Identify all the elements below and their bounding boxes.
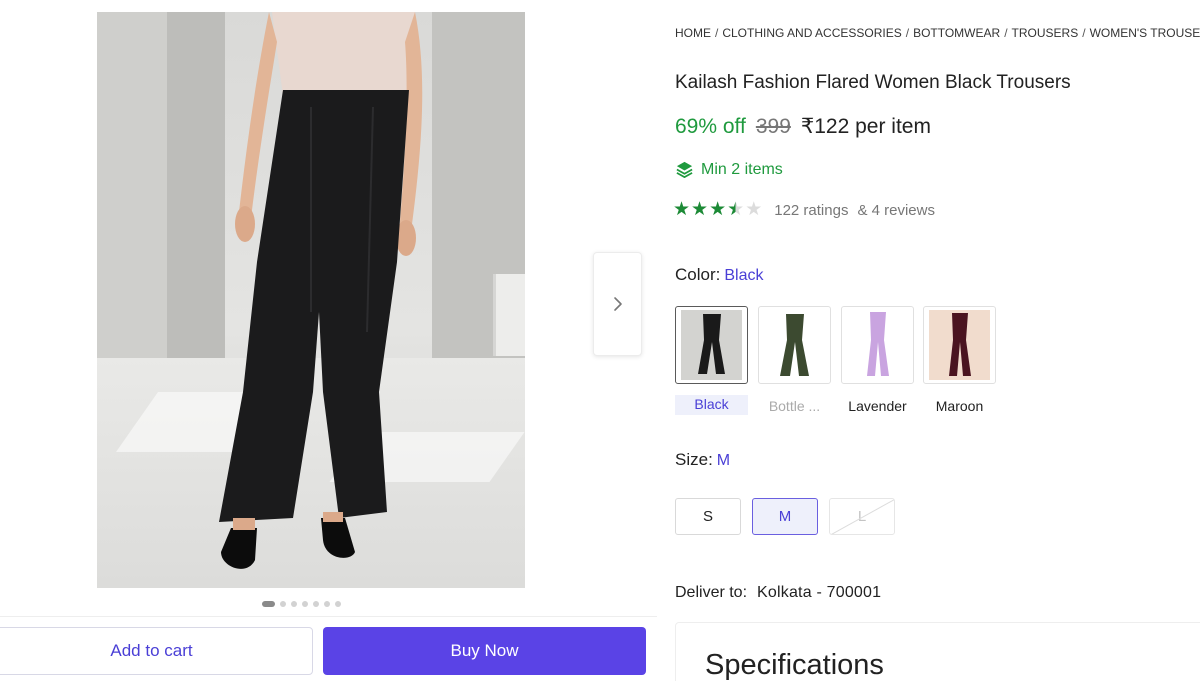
breadcrumb-separator: /: [905, 26, 910, 40]
swatch-label-maroon[interactable]: Maroon: [923, 398, 996, 414]
price-row: 69% off 399 ₹122 per item: [675, 114, 931, 139]
color-heading: Color: Black: [675, 265, 763, 285]
delivery-location[interactable]: Kolkata - 700001: [757, 584, 881, 602]
color-swatch-maroon[interactable]: [923, 306, 996, 384]
swatch-thumbnail: [847, 310, 908, 380]
product-image[interactable]: [97, 12, 525, 588]
layers-icon: [676, 161, 693, 178]
star-rating: ★ ★ ★ ★ ★: [673, 200, 762, 220]
buy-now-button[interactable]: Buy Now: [323, 627, 646, 675]
delivery-info[interactable]: Deliver to: Kolkata - 700001: [675, 584, 881, 602]
star-icon: ★: [709, 199, 727, 220]
swatch-thumbnail: [929, 310, 990, 380]
product-title: Kailash Fashion Flared Women Black Trous…: [675, 72, 1071, 93]
swatch-thumbnail: [764, 310, 825, 380]
pagination-dot[interactable]: [335, 601, 341, 607]
original-price: 399: [755, 115, 791, 138]
breadcrumb-trousers[interactable]: TROUSERS: [1012, 26, 1079, 40]
selected-color: Black: [724, 267, 764, 284]
star-icon: ★: [673, 199, 691, 220]
specifications-title: Specifications: [705, 649, 884, 681]
min-items-text: Min 2 items: [701, 160, 783, 178]
selected-size: M: [716, 452, 731, 469]
color-swatch-lavender[interactable]: [841, 306, 914, 384]
star-icon: ★: [691, 199, 709, 220]
chevron-right-icon: [613, 297, 622, 311]
size-heading: Size: M: [675, 450, 730, 470]
breadcrumb-bottomwear[interactable]: BOTTOMWEAR: [913, 26, 1000, 40]
trouser-thumbnail-icon: [681, 310, 742, 380]
size-option-m[interactable]: M: [752, 498, 818, 535]
breadcrumb-separator: /: [715, 26, 719, 40]
pagination-dot[interactable]: [280, 601, 286, 607]
pagination-dot[interactable]: [291, 601, 297, 607]
color-swatch-bottle-green[interactable]: [758, 306, 831, 384]
pagination-dot[interactable]: [324, 601, 330, 607]
rating-row[interactable]: ★ ★ ★ ★ ★ 122 ratings & 4 reviews: [673, 200, 935, 220]
pagination-dot[interactable]: [302, 601, 308, 607]
size-option-s[interactable]: S: [675, 498, 741, 535]
size-option-l[interactable]: L: [829, 498, 895, 535]
add-to-cart-button[interactable]: Add to cart: [0, 627, 313, 675]
size-label: Size:: [675, 450, 713, 469]
star-half-icon: ★: [727, 199, 745, 220]
swatch-thumbnail: [681, 310, 742, 380]
breadcrumb-home[interactable]: HOME: [675, 26, 711, 40]
trouser-thumbnail-icon: [764, 310, 825, 380]
gallery-pagination: [262, 601, 341, 607]
trouser-thumbnail-icon: [929, 310, 990, 380]
discount-percent: 69% off: [675, 115, 746, 138]
breadcrumb-separator: /: [1082, 26, 1086, 40]
deliver-to-label: Deliver to:: [675, 584, 748, 601]
breadcrumb-separator: /: [1004, 26, 1008, 40]
breadcrumb: HOME / CLOTHING AND ACCESSORIES / BOTTOM…: [675, 26, 1200, 40]
swatch-label-bottle-green[interactable]: Bottle ...: [758, 398, 831, 414]
color-label: Color:: [675, 265, 721, 284]
color-swatch-black[interactable]: [675, 306, 748, 384]
trouser-thumbnail-icon: [847, 310, 908, 380]
ratings-count: 122 ratings: [774, 201, 849, 219]
star-empty-icon: ★: [745, 199, 763, 220]
selling-price: ₹122 per item: [800, 115, 931, 138]
pagination-dot[interactable]: [262, 601, 275, 607]
reviews-count: & 4 reviews: [857, 201, 935, 219]
model-figure: [219, 12, 423, 569]
breadcrumb-clothing[interactable]: CLOTHING AND ACCESSORIES: [722, 26, 901, 40]
swatch-label-black[interactable]: Black: [675, 395, 748, 415]
swatch-label-lavender[interactable]: Lavender: [841, 398, 914, 414]
breadcrumb-womens-trousers[interactable]: WOMEN'S TROUSERS: [1090, 26, 1200, 40]
next-image-button[interactable]: [593, 252, 642, 356]
min-order-info: Min 2 items: [675, 160, 783, 179]
pagination-dot[interactable]: [313, 601, 319, 607]
